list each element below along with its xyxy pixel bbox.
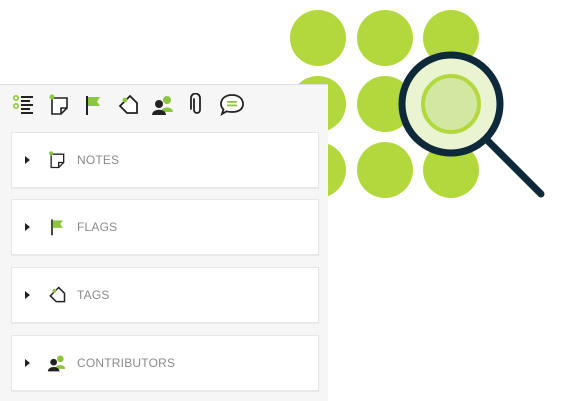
tag-icon[interactable] <box>114 90 143 120</box>
flag-icon <box>46 216 68 238</box>
expand-caret-icon[interactable] <box>25 223 30 231</box>
note-icon <box>46 149 68 171</box>
note-icon[interactable] <box>45 90 74 120</box>
attachment-icon[interactable] <box>183 90 212 120</box>
expand-caret-icon[interactable] <box>25 359 30 367</box>
section-contributors[interactable]: CONTRIBUTORS <box>11 335 319 391</box>
section-flags[interactable]: FLAGS <box>11 199 319 255</box>
section-label: CONTRIBUTORS <box>77 356 176 370</box>
section-label: TAGS <box>77 288 110 302</box>
tag-icon <box>46 284 68 306</box>
section-notes[interactable]: NOTES <box>11 132 319 188</box>
expand-caret-icon[interactable] <box>25 156 30 164</box>
contributors-icon <box>46 352 68 374</box>
outline-list-icon[interactable] <box>10 90 39 120</box>
section-tags[interactable]: TAGS <box>11 267 319 323</box>
flag-icon[interactable] <box>79 90 108 120</box>
panel-toolbar <box>10 88 246 122</box>
contributors-icon[interactable] <box>148 90 177 120</box>
section-label: FLAGS <box>77 220 118 234</box>
expand-caret-icon[interactable] <box>25 291 30 299</box>
section-label: NOTES <box>77 153 120 167</box>
comment-icon[interactable] <box>217 90 246 120</box>
